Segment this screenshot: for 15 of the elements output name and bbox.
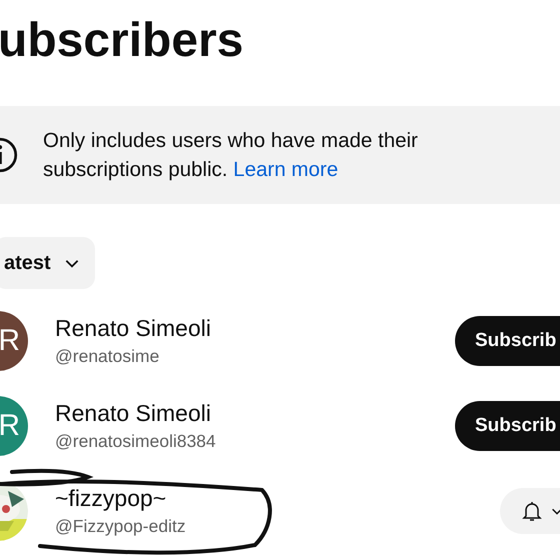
- subscribe-button[interactable]: Subscrib: [455, 401, 560, 451]
- bell-icon: [520, 499, 544, 523]
- channel-handle: @renatosime: [55, 346, 160, 367]
- channel-handle: @renatosimeoli8384: [55, 431, 217, 452]
- channel-name[interactable]: Renato Simeoli: [55, 315, 455, 342]
- notice-text: Only includes users who have made their subscriptions public. Learn more: [43, 128, 419, 183]
- channel-name[interactable]: ~fizzypop~: [55, 485, 500, 512]
- sort-dropdown[interactable]: atest: [0, 237, 95, 289]
- avatar: R: [0, 396, 28, 456]
- page-title: ubscribers: [0, 13, 244, 69]
- avatar: R: [0, 311, 28, 371]
- learn-more-link[interactable]: Learn more: [233, 158, 338, 181]
- subscribe-button[interactable]: Subscrib: [455, 316, 560, 366]
- channel-name[interactable]: Renato Simeoli: [55, 400, 455, 427]
- channel-handle: @Fizzypop-editz: [55, 516, 187, 537]
